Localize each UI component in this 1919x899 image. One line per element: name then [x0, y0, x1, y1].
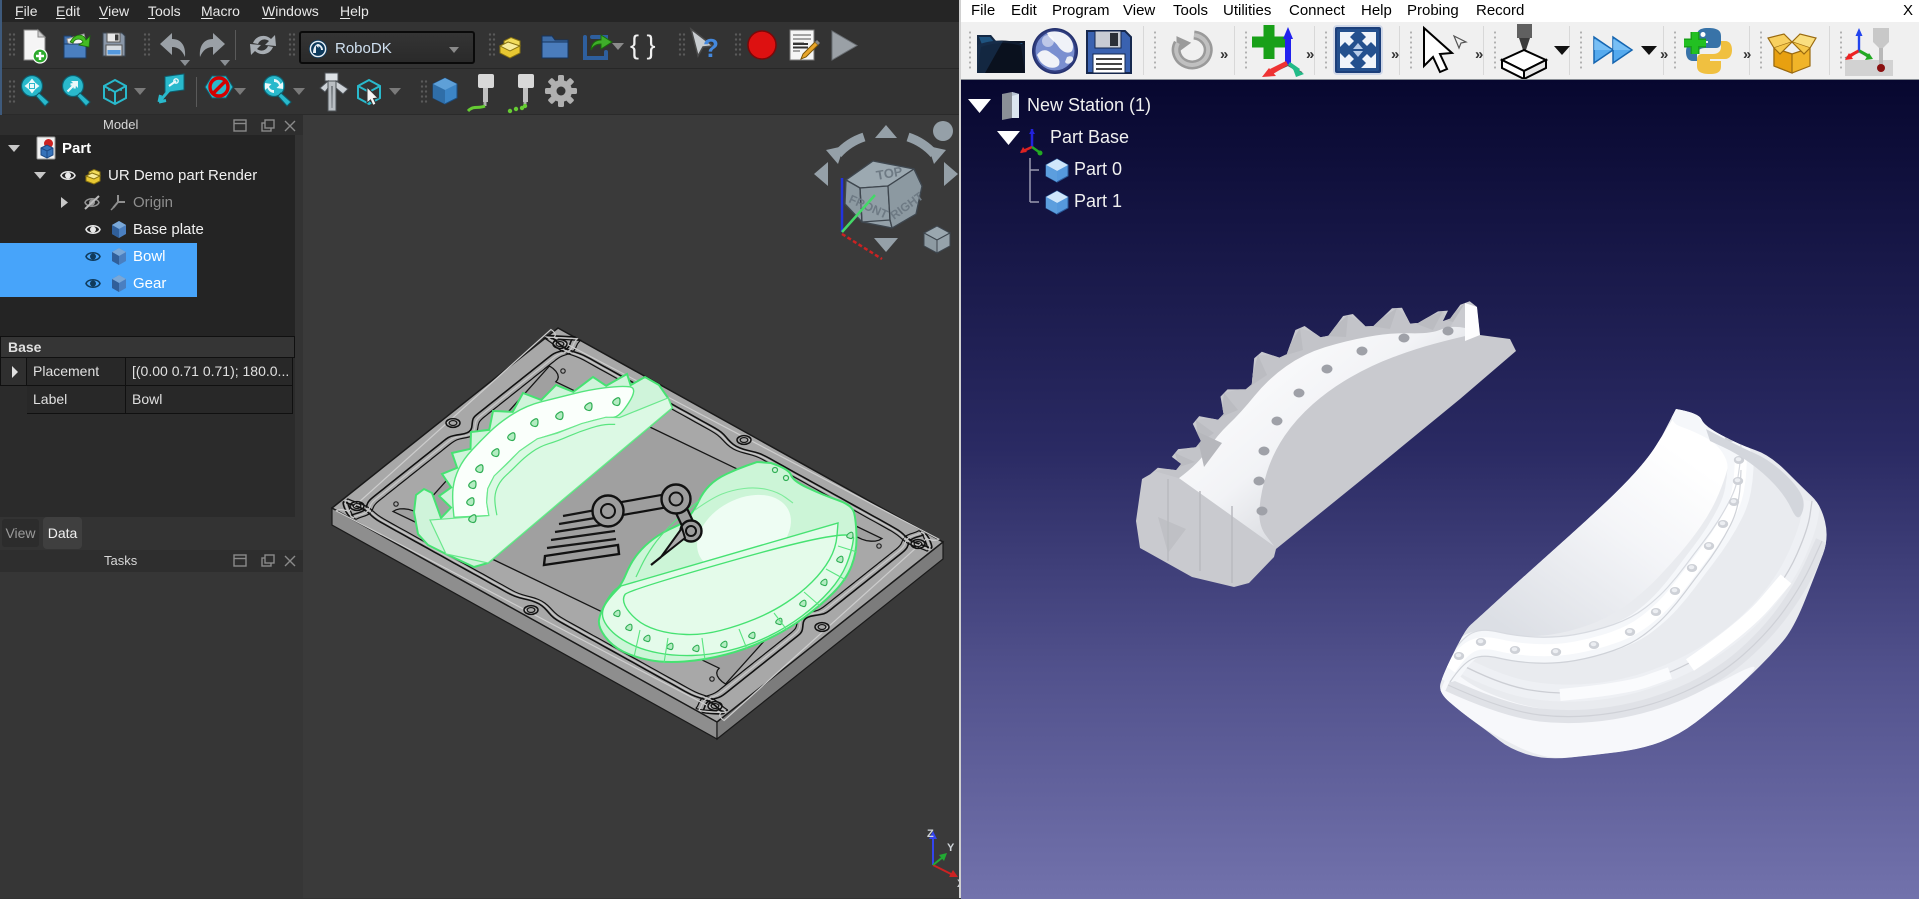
svg-text:Z: Z — [927, 828, 934, 840]
svg-text:Y: Y — [947, 842, 955, 854]
svg-text:{ }: { } — [630, 30, 656, 60]
svg-text:?: ? — [703, 33, 719, 63]
